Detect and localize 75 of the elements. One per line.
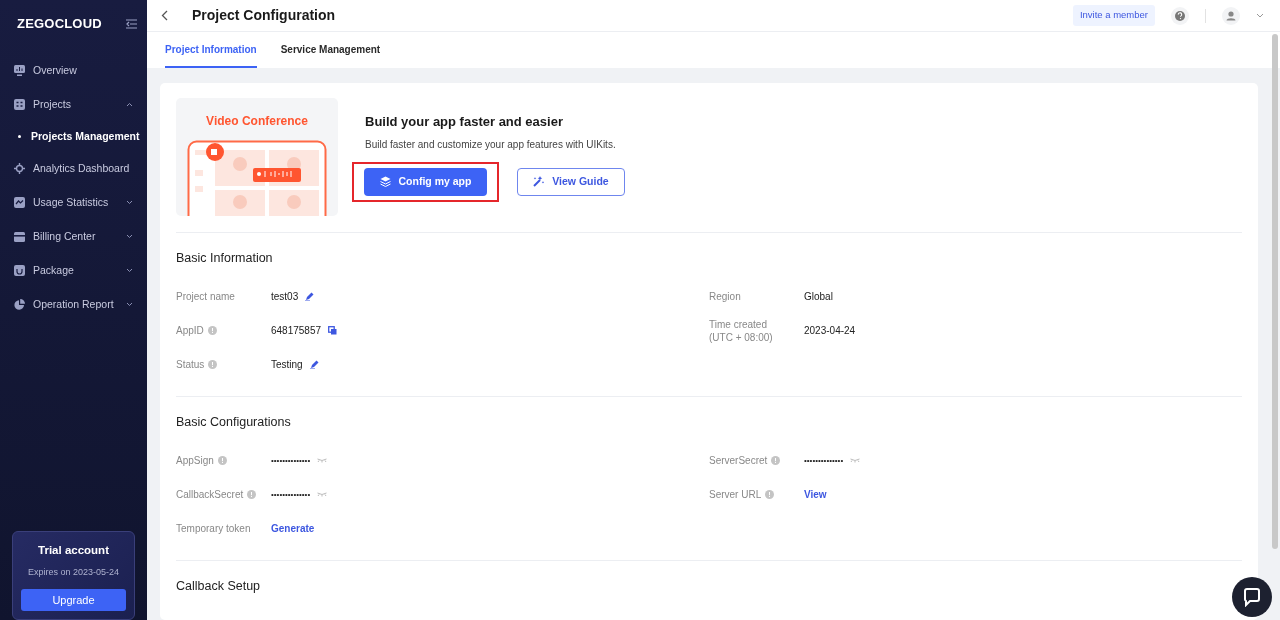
masked-value: •••••••••••••• — [804, 454, 844, 467]
field-value: Global — [804, 290, 833, 305]
bullet-icon — [18, 135, 21, 138]
info-icon[interactable] — [765, 490, 775, 499]
section-heading: Basic Information — [176, 250, 274, 267]
card-icon — [14, 231, 25, 242]
tab[interactable]: Service Management — [280, 32, 381, 68]
field-value: 2023-04-24 — [804, 324, 856, 339]
info-icon[interactable] — [207, 326, 217, 336]
invite-button[interactable]: Invite a member — [1072, 5, 1155, 26]
field-link[interactable]: Generate — [271, 521, 315, 536]
scrollbar[interactable] — [1272, 34, 1278, 549]
expiry-text: Expires on 2023-05-24 — [26, 565, 121, 579]
field-label: Time created — [709, 317, 768, 331]
field-label: Server URL — [709, 488, 762, 501]
chevron-down-icon[interactable] — [1256, 13, 1264, 18]
field-label: Region — [709, 290, 741, 304]
eye-closed-icon[interactable] — [317, 492, 328, 497]
field-label: Status — [176, 358, 205, 372]
section-heading: Callback Setup — [176, 577, 262, 595]
field-sublabel: (UTC + 08:00) — [709, 330, 773, 344]
field-label: CallbackSecret — [176, 488, 244, 501]
field-value: Testing — [271, 358, 303, 373]
illustration-title: Video Conference — [206, 113, 308, 130]
nav-item[interactable]: Billing Center — [0, 219, 147, 254]
edit-icon[interactable] — [309, 360, 319, 370]
info-icon[interactable] — [247, 490, 257, 499]
promo-text: Build faster and customize your app features with UIKits. — [365, 137, 617, 152]
logo: ZEGOCLOUD — [17, 15, 102, 33]
upgrade-button[interactable]: Upgrade — [21, 589, 126, 611]
info-icon[interactable] — [771, 456, 781, 465]
grid-icon — [14, 99, 25, 110]
field-label: AppSign — [176, 454, 214, 467]
chat-button[interactable] — [1232, 577, 1272, 617]
info-icon[interactable] — [208, 360, 218, 370]
field-label: Temporary token — [176, 522, 251, 535]
nav-item[interactable]: Operation Report — [0, 287, 147, 322]
layers-icon — [379, 176, 391, 187]
tab[interactable]: Project Information — [165, 32, 257, 68]
monitor-icon — [14, 65, 25, 76]
guide-button[interactable]: View Guide — [517, 167, 625, 196]
package-icon — [14, 265, 25, 276]
chart-icon — [14, 197, 25, 208]
help-icon[interactable] — [1171, 6, 1189, 25]
masked-value: •••••••••••••• — [271, 488, 311, 501]
eye-closed-icon[interactable] — [850, 458, 861, 463]
config-button[interactable]: Config my app — [364, 167, 487, 196]
copy-icon[interactable] — [328, 326, 338, 336]
magic-wand-icon — [533, 176, 545, 187]
trial-title: Trial account — [37, 543, 110, 559]
field-value: 648175857 — [271, 324, 322, 339]
nav-item[interactable]: Projects — [0, 87, 147, 122]
collapse-icon[interactable] — [126, 18, 137, 29]
field-value: test03 — [271, 290, 299, 305]
masked-value: •••••••••••••• — [271, 454, 311, 467]
section-heading: Basic Configurations — [176, 413, 292, 431]
page-title: Project Configuration — [192, 6, 336, 25]
edit-icon[interactable] — [305, 292, 315, 302]
info-icon[interactable] — [217, 456, 227, 465]
field-link[interactable]: View — [804, 487, 827, 502]
nav-item[interactable]: Package — [0, 253, 147, 288]
back-icon[interactable] — [161, 10, 168, 21]
field-label: Project name — [176, 290, 235, 304]
eye-closed-icon[interactable] — [317, 458, 328, 463]
crosshair-icon — [14, 163, 25, 174]
chat-icon — [1242, 587, 1262, 607]
nav-item[interactable]: Analytics Dashboard — [0, 151, 147, 186]
nav-subitem[interactable]: Projects Management — [0, 121, 154, 152]
pie-chart-icon — [14, 299, 25, 310]
promo-heading: Build your app faster and easier — [365, 113, 564, 131]
field-label: AppID — [176, 324, 204, 338]
field-label: ServerSecret — [709, 454, 768, 467]
avatar-icon[interactable] — [1222, 6, 1240, 25]
nav-item[interactable]: Overview — [0, 53, 147, 88]
nav-item[interactable]: Usage Statistics — [0, 185, 147, 220]
